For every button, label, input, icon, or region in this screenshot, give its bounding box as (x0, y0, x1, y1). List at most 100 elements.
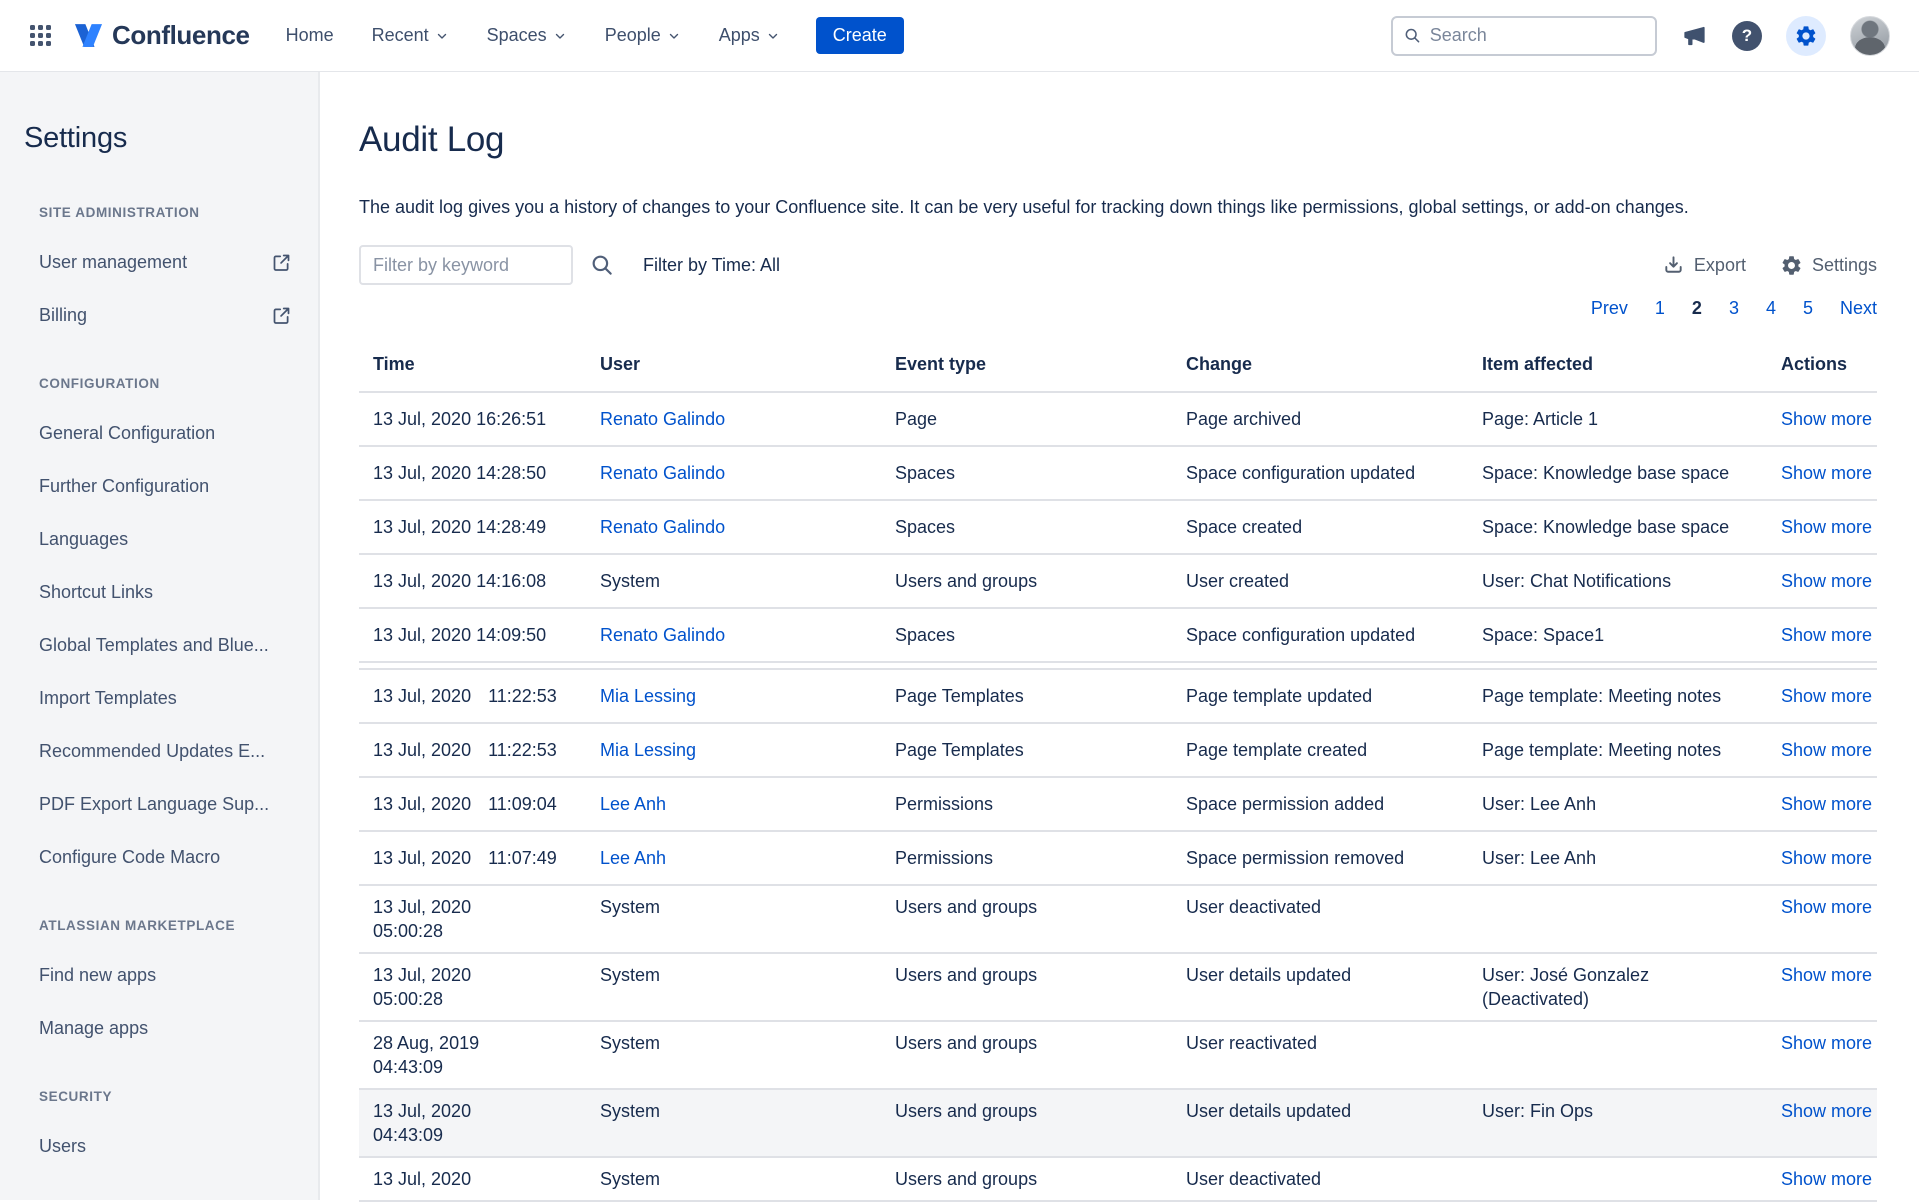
pagination-prev[interactable]: Prev (1591, 298, 1628, 319)
table-tools: Export Settings (1662, 254, 1877, 277)
show-more-link[interactable]: Show more (1781, 740, 1872, 760)
cell-event-type: Users and groups (895, 886, 1186, 928)
global-search[interactable] (1391, 16, 1657, 56)
pagination-page-3[interactable]: 3 (1729, 298, 1739, 319)
user-link[interactable]: Lee Anh (600, 848, 666, 868)
cell-time: 13 Jul, 202011:09:04 (359, 778, 600, 830)
sidebar-section-atlassian-marketplace: ATLASSIAN MARKETPLACEFind new appsManage… (24, 918, 294, 1039)
search-input[interactable] (1430, 25, 1645, 46)
show-more-link[interactable]: Show more (1781, 409, 1872, 429)
create-button[interactable]: Create (816, 17, 904, 54)
pagination-page-4[interactable]: 4 (1766, 298, 1776, 319)
time-clock: 04:43:09 (373, 1123, 600, 1147)
sidebar-item-configure-code-macro[interactable]: Configure Code Macro (24, 846, 294, 868)
sidebar-item-manage-apps[interactable]: Manage apps (24, 1017, 294, 1039)
user-link[interactable]: Renato Galindo (600, 409, 725, 429)
sidebar-item-languages[interactable]: Languages (24, 528, 294, 550)
settings-sidebar: Settings SITE ADMINISTRATIONUser managem… (0, 72, 320, 1200)
user-name: System (600, 1169, 660, 1189)
show-more-link[interactable]: Show more (1781, 625, 1872, 645)
user-link[interactable]: Renato Galindo (600, 625, 725, 645)
user-link[interactable]: Renato Galindo (600, 463, 725, 483)
sidebar-item-shortcut-links[interactable]: Shortcut Links (24, 581, 294, 603)
export-button[interactable]: Export (1662, 254, 1746, 277)
filter-search-button[interactable] (589, 252, 615, 278)
confluence-logo[interactable]: Confluence (73, 20, 250, 51)
cell-change: User created (1186, 555, 1482, 607)
sidebar-item-recommended-updates-e[interactable]: Recommended Updates E... (24, 740, 294, 762)
cell-actions: Show more (1781, 555, 1877, 607)
user-link[interactable]: Lee Anh (600, 794, 666, 814)
sidebar-item-import-templates[interactable]: Import Templates (24, 687, 294, 709)
filter-keyword-input[interactable] (359, 245, 573, 285)
avatar[interactable] (1850, 16, 1890, 56)
gear-active-circle (1786, 16, 1826, 56)
time-filter[interactable]: Filter by Time: All (643, 255, 780, 276)
feedback-button[interactable] (1681, 22, 1708, 49)
show-more-link[interactable]: Show more (1781, 1169, 1872, 1189)
sidebar-item-general-configuration[interactable]: General Configuration (24, 422, 294, 444)
user-name: System (600, 965, 660, 985)
cell-time: 13 Jul, 202011:22:53 (359, 670, 600, 722)
sidebar-item-global-templates-and-blue[interactable]: Global Templates and Blue... (24, 634, 294, 656)
cell-event-type: Spaces (895, 501, 1186, 553)
grid-icon (30, 25, 51, 46)
user-link[interactable]: Renato Galindo (600, 517, 725, 537)
table-row: 13 Jul, 202014:28:49Renato GalindoSpaces… (359, 501, 1877, 555)
nav-item-apps[interactable]: Apps (719, 25, 780, 46)
help-button[interactable]: ? (1732, 21, 1762, 51)
show-more-link[interactable]: Show more (1781, 965, 1872, 985)
nav-item-recent[interactable]: Recent (372, 25, 449, 46)
admin-settings-button[interactable] (1786, 16, 1826, 56)
cell-change: Page template created (1186, 724, 1482, 776)
sidebar-item-users[interactable]: Users (24, 1135, 294, 1157)
cell-user: Renato Galindo (600, 447, 895, 499)
nav-item-people[interactable]: People (605, 25, 681, 46)
cell-item-affected (1482, 1158, 1781, 1176)
user-link[interactable]: Mia Lessing (600, 686, 696, 706)
cell-item-affected: Space: Space1 (1482, 609, 1781, 661)
chevron-down-icon (667, 29, 681, 43)
cell-actions: Show more (1781, 609, 1877, 661)
topbar: Confluence Home Recent Spaces People Apps Cr… (0, 0, 1919, 72)
table-row: 13 Jul, 202014:16:08SystemUsers and grou… (359, 555, 1877, 609)
time-date: 13 Jul, 2020 (373, 409, 471, 429)
show-more-link[interactable]: Show more (1781, 794, 1872, 814)
show-more-link[interactable]: Show more (1781, 517, 1872, 537)
show-more-link[interactable]: Show more (1781, 1101, 1872, 1121)
sidebar-item-label: PDF Export Language Sup... (39, 793, 269, 815)
sidebar-item-label: Further Configuration (39, 475, 209, 497)
cell-change: Page archived (1186, 393, 1482, 445)
show-more-link[interactable]: Show more (1781, 848, 1872, 868)
show-more-link[interactable]: Show more (1781, 897, 1872, 917)
nav-item-home[interactable]: Home (286, 25, 334, 46)
pagination-next[interactable]: Next (1840, 298, 1877, 319)
sidebar-item-billing[interactable]: Billing (24, 304, 294, 326)
audit-settings-button[interactable]: Settings (1780, 254, 1877, 277)
user-link[interactable]: Mia Lessing (600, 740, 696, 760)
megaphone-icon (1681, 22, 1708, 49)
show-more-link[interactable]: Show more (1781, 571, 1872, 591)
cell-time: 13 Jul, 202005:00:28 (359, 954, 600, 1020)
sidebar-item-further-configuration[interactable]: Further Configuration (24, 475, 294, 497)
cell-item-affected: User: Lee Anh (1482, 778, 1781, 830)
show-more-link[interactable]: Show more (1781, 1033, 1872, 1053)
nav-item-spaces[interactable]: Spaces (487, 25, 567, 46)
show-more-link[interactable]: Show more (1781, 686, 1872, 706)
chevron-down-icon (766, 29, 780, 43)
pagination-page-1[interactable]: 1 (1655, 298, 1665, 319)
external-link-icon (271, 252, 292, 273)
show-more-link[interactable]: Show more (1781, 463, 1872, 483)
nav-item-label: People (605, 25, 661, 46)
time-clock: 11:22:53 (488, 686, 557, 706)
sidebar-item-user-management[interactable]: User management (24, 251, 294, 273)
app-switcher-button[interactable] (30, 25, 73, 46)
sidebar-item-find-new-apps[interactable]: Find new apps (24, 964, 294, 986)
cell-event-type: Permissions (895, 778, 1186, 830)
pagination-page-5[interactable]: 5 (1803, 298, 1813, 319)
cell-item-affected: Page: Article 1 (1482, 393, 1781, 445)
time-date: 13 Jul, 2020 (373, 1099, 600, 1123)
time-date: 13 Jul, 2020 (373, 740, 471, 760)
cell-actions: Show more (1781, 501, 1877, 553)
sidebar-item-pdf-export-language-sup[interactable]: PDF Export Language Sup... (24, 793, 294, 815)
